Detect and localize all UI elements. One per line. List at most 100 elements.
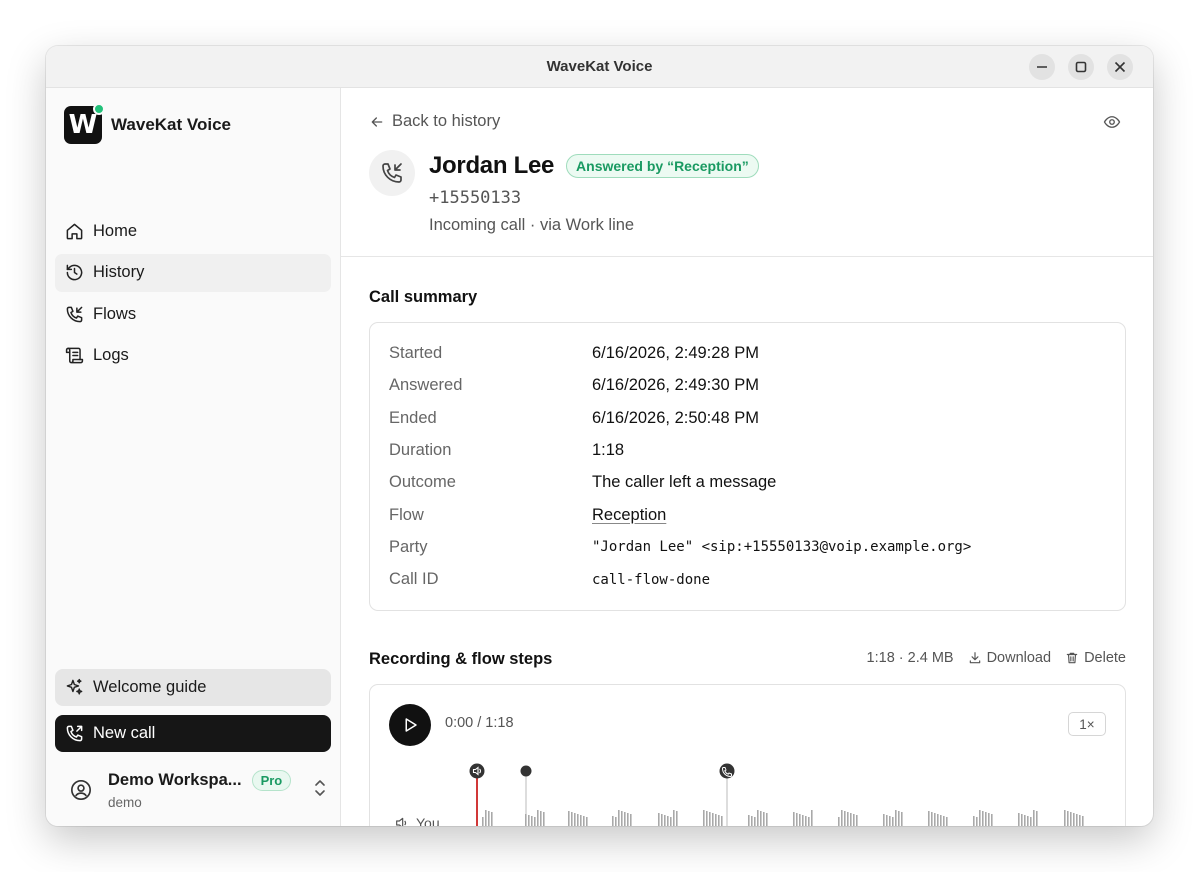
workspace-name: Demo Workspa...: [108, 771, 242, 789]
summary-key: Started: [389, 343, 443, 362]
waveform-bar: [709, 812, 711, 826]
waveform-bar: [1027, 816, 1029, 826]
flow-link[interactable]: Reception: [592, 506, 666, 525]
workspace-switcher[interactable]: Demo Workspa... Pro demo: [64, 764, 328, 816]
waveform-bar: [766, 813, 768, 826]
sidebar-item-flows[interactable]: Flows: [55, 295, 331, 333]
header-divider: [341, 256, 1153, 257]
waveform-bar: [988, 813, 990, 826]
main-panel: Back to history Jordan Lee Answered by “…: [341, 88, 1153, 826]
step-marker-dot[interactable]: [520, 765, 532, 777]
summary-row-answered: Answered 6/16/2026, 2:49:30 PM: [389, 373, 759, 399]
summary-value: "Jordan Lee" <sip:+15550133@voip.example…: [592, 539, 972, 555]
download-label: Download: [986, 650, 1052, 666]
track-label-text: You: [416, 815, 440, 826]
recording-info: 1:18 · 2.4 MB: [866, 650, 954, 666]
window-controls: [1029, 54, 1133, 80]
sidebar-item-logs[interactable]: Logs: [55, 337, 331, 375]
waveform-bar: [543, 812, 545, 826]
app-logo: W: [64, 103, 105, 144]
download-button[interactable]: Download: [968, 650, 1052, 666]
phone-outgoing-icon: [66, 725, 83, 742]
contact-name: Jordan Lee: [429, 152, 555, 179]
welcome-guide-button[interactable]: Welcome guide: [55, 669, 331, 706]
summary-value: 6/16/2026, 2:50:48 PM: [592, 408, 759, 427]
waveform-bar: [796, 813, 798, 826]
summary-value: The caller left a message: [592, 473, 777, 491]
sparkles-icon: [66, 678, 83, 695]
waveform-bar: [670, 817, 672, 826]
waveform-bar: [612, 816, 614, 826]
playback-time: 0:00 / 1:18: [445, 715, 514, 731]
phone-incoming-icon: [382, 163, 402, 183]
summary-value: 1:18: [592, 440, 625, 459]
workspace-text: Demo Workspa... Pro demo: [108, 770, 292, 810]
waveform-bar: [1033, 810, 1035, 826]
back-to-history-link[interactable]: Back to history: [369, 112, 500, 131]
waveform-bar: [856, 815, 858, 826]
minimize-button[interactable]: [1029, 54, 1055, 80]
step-marker-greeting[interactable]: [469, 763, 485, 779]
waveform-bar: [808, 817, 810, 826]
waveform-bar: [1070, 812, 1072, 826]
waveform-bar: [1021, 814, 1023, 826]
waveform-bar: [892, 817, 894, 826]
user-circle-icon: [71, 780, 91, 800]
download-icon: [969, 652, 980, 664]
playback-speed-button[interactable]: 1×: [1068, 712, 1106, 736]
waveform-bar: [895, 810, 897, 826]
incoming-call-avatar: [369, 150, 415, 196]
waveform-bar: [627, 813, 629, 826]
waveform-bar: [537, 810, 539, 826]
waveform-bar: [621, 811, 623, 826]
app-window: WaveKat Voice W WaveKat Voice Home Histo…: [46, 46, 1153, 826]
waveform[interactable]: [370, 759, 1126, 826]
waveform-bar: [847, 812, 849, 826]
brand[interactable]: W WaveKat Voice: [64, 103, 231, 144]
waveform-bar: [528, 815, 530, 826]
plan-badge: Pro: [251, 770, 292, 791]
title-bar: WaveKat Voice: [46, 46, 1153, 88]
window-title: WaveKat Voice: [546, 58, 653, 75]
waveform-bar: [889, 816, 891, 826]
sidebar-item-home[interactable]: Home: [55, 212, 331, 250]
new-call-button[interactable]: New call: [55, 715, 331, 752]
minimize-icon: [1037, 66, 1047, 68]
avatar: [64, 773, 98, 807]
maximize-icon: [1075, 61, 1087, 73]
play-icon: [405, 718, 417, 732]
privacy-toggle-button[interactable]: [1103, 113, 1121, 136]
sidebar-item-history[interactable]: History: [55, 253, 331, 292]
waveform-bar: [946, 817, 948, 826]
logs-icon: [65, 347, 84, 364]
waveform-bar: [841, 810, 843, 826]
waveform-bar: [534, 817, 536, 826]
waveform-bar: [706, 811, 708, 826]
waveform-bar: [658, 813, 660, 826]
waveform-bar: [488, 811, 490, 826]
eye-icon: [1103, 116, 1121, 128]
waveform-bar: [838, 817, 840, 826]
summary-value: 6/16/2026, 2:49:30 PM: [592, 376, 759, 394]
summary-row-party: Party "Jordan Lee" <sip:+15550133@voip.e…: [389, 534, 971, 560]
waveform-bar: [703, 810, 705, 826]
waveform-bar: [721, 816, 723, 826]
close-button[interactable]: [1107, 54, 1133, 80]
waveform-bar: [1030, 817, 1032, 826]
waveform-bar: [973, 816, 975, 826]
play-button[interactable]: [389, 704, 431, 746]
speaker-icon: [396, 817, 407, 826]
sidebar-item-label: Home: [93, 221, 138, 240]
maximize-button[interactable]: [1068, 54, 1094, 80]
waveform-bar: [624, 812, 626, 826]
waveform-bar: [540, 811, 542, 826]
waveform-bar: [979, 810, 981, 826]
home-icon: [66, 223, 83, 239]
waveform-bar: [1082, 816, 1084, 826]
sidebar: W WaveKat Voice Home History Flows Logs: [46, 88, 341, 826]
contact-phone: +15550133: [429, 188, 522, 208]
summary-row-call-id: Call ID call-flow-done: [389, 567, 710, 593]
waveform-bar: [754, 817, 756, 826]
delete-button[interactable]: Delete: [1065, 650, 1126, 666]
waveform-bar: [1024, 815, 1026, 826]
